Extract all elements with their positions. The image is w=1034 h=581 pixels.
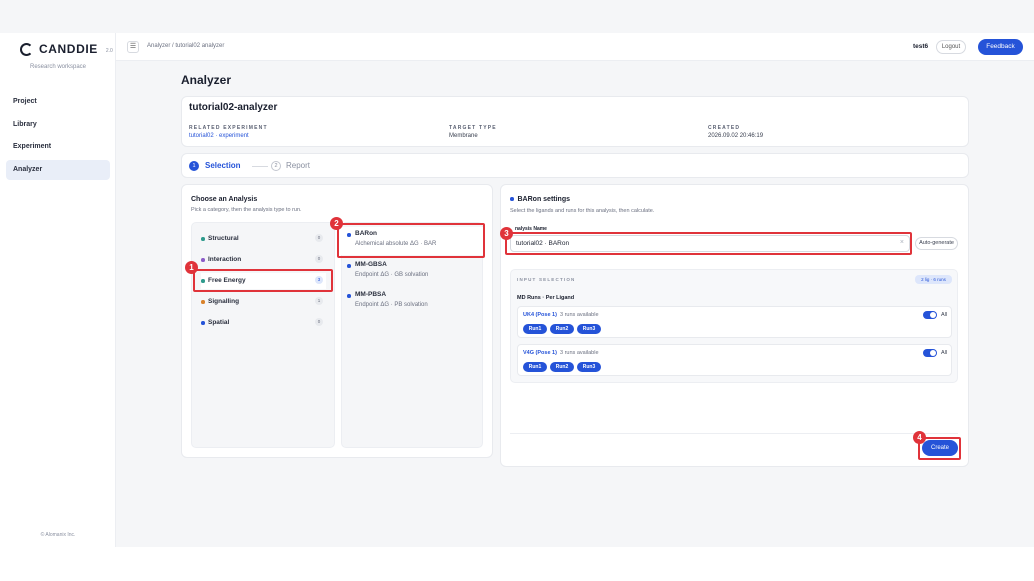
analyzer-info-card: tutorial02-analyzer RELATED EXPERIMENT t… <box>181 96 969 147</box>
analyzer-name: tutorial02-analyzer <box>189 102 278 113</box>
created-value: 2026.09.02 20:46:19 <box>708 133 764 139</box>
breadcrumb: Analyzer / tutorial02 analyzer <box>147 43 225 49</box>
sidebar-nav: Project Library Experiment Analyzer <box>6 92 110 182</box>
app-window: CANDDIE 2.0 Research workspace Project L… <box>0 0 1034 547</box>
category-dot <box>201 300 205 304</box>
category-count: 0 <box>315 255 323 263</box>
settings-subtitle: Select the ligands and runs for this ana… <box>510 208 655 214</box>
topbar: ☰ Analyzer / tutorial02 analyzer test6 L… <box>116 33 1034 61</box>
category-label: Spatial <box>208 319 230 326</box>
input-selection-label: INPUT SELECTION <box>517 277 576 282</box>
copyright: © Alomanix Inc. <box>40 532 76 538</box>
ligand-name: V4G (Pose 1) <box>523 350 557 356</box>
category-label: Structural <box>208 235 239 242</box>
related-experiment-label: RELATED EXPERIMENT <box>189 125 268 131</box>
tab-selection[interactable]: Selection <box>205 161 241 170</box>
category-interaction[interactable]: Interaction 0 <box>201 252 326 268</box>
type-dot <box>347 294 351 298</box>
stepper: 1 Selection 2 Report <box>181 153 969 178</box>
run-chip-run1[interactable]: Run1 <box>523 324 547 334</box>
type-dot <box>347 264 351 268</box>
type-name: MM-PBSA <box>355 291 387 298</box>
sidebar-item-project[interactable]: Project <box>6 92 110 112</box>
sidebar-item-analyzer[interactable]: Analyzer <box>6 159 110 180</box>
annotation-badge-3: 3 <box>500 227 513 240</box>
run-chip-run1[interactable]: Run1 <box>523 362 547 372</box>
highlight-analysis-name <box>505 232 912 255</box>
username: test6 <box>913 43 929 50</box>
ligand-availability: 3 runs available <box>560 350 599 356</box>
category-count: 1 <box>315 297 323 305</box>
category-dot <box>201 258 205 262</box>
category-label: Interaction <box>208 256 242 263</box>
ligand-card-v4g: V4G (Pose 1) 3 runs available All Run1 R… <box>517 344 952 376</box>
md-runs-label: MD Runs · Per Ligand <box>517 295 575 301</box>
logo-icon <box>20 42 33 56</box>
category-signalling[interactable]: Signalling 1 <box>201 294 326 310</box>
run-chip-run2[interactable]: Run2 <box>550 362 574 372</box>
target-type-label: TARGET TYPE <box>449 125 497 131</box>
step-connector <box>252 166 268 167</box>
category-dot <box>201 321 205 325</box>
run-chip-run3[interactable]: Run3 <box>577 324 601 334</box>
auto-generate-button[interactable]: Auto-generate <box>915 237 958 250</box>
tab-report[interactable]: Report <box>286 161 310 170</box>
step-2-number: 2 <box>271 161 281 171</box>
related-experiment-link[interactable]: tutorial02 · experiment <box>189 133 249 139</box>
annotation-badge-1: 1 <box>185 261 198 274</box>
category-count: 0 <box>315 318 323 326</box>
workspace-label: Research workspace <box>29 64 87 70</box>
step-1-number: 1 <box>189 161 199 171</box>
ligand-card-uk4: UK4 (Pose 1) 3 runs available All Run1 R… <box>517 306 952 338</box>
feedback-button[interactable]: Feedback <box>978 39 1023 55</box>
run-chip-run2[interactable]: Run2 <box>550 324 574 334</box>
type-description: Endpoint ΔG · PB solvation <box>355 302 428 308</box>
select-all-label: All <box>941 312 948 318</box>
ligand-name: UK4 (Pose 1) <box>523 312 557 318</box>
annotation-badge-2: 2 <box>330 217 343 230</box>
settings-dot <box>510 197 514 201</box>
annotation-badge-4: 4 <box>913 431 926 444</box>
category-spatial[interactable]: Spatial 0 <box>201 315 326 331</box>
ligand-availability: 3 runs available <box>560 312 599 318</box>
menu-icon[interactable]: ☰ <box>127 41 139 53</box>
analysis-type-mm-pbsa[interactable]: MM-PBSA Endpoint ΔG · PB solvation <box>341 288 483 316</box>
settings-title: BARon settings <box>510 196 570 203</box>
choose-analysis-title: Choose an Analysis <box>191 196 258 203</box>
highlight-free-energy <box>193 269 333 292</box>
settings-title-text: BARon settings <box>517 196 571 203</box>
choose-analysis-subtitle: Pick a category, then the analysis type … <box>191 207 302 213</box>
logo-text: CANDDIE <box>39 42 98 56</box>
page-title: Analyzer <box>181 73 232 87</box>
logo: CANDDIE 2.0 <box>20 42 113 56</box>
category-dot <box>201 237 205 241</box>
sidebar-item-experiment[interactable]: Experiment <box>6 137 110 157</box>
logo-version: 2.0 <box>105 48 113 54</box>
run-chip-run3[interactable]: Run3 <box>577 362 601 372</box>
created-label: CREATED <box>708 125 741 131</box>
type-name: MM-GBSA <box>355 261 387 268</box>
footer-divider <box>510 433 958 434</box>
target-type-value: Membrane <box>449 133 478 139</box>
category-structural[interactable]: Structural 0 <box>201 231 326 247</box>
selection-count-badge: 2 lig · 6 runs <box>915 275 952 284</box>
logout-button[interactable]: Logout <box>936 40 966 54</box>
analysis-type-mm-gbsa[interactable]: MM-GBSA Endpoint ΔG · GB solvation <box>341 258 483 286</box>
select-all-toggle[interactable] <box>923 311 937 319</box>
category-label: Signalling <box>208 298 240 305</box>
highlight-baron <box>337 223 485 258</box>
sidebar-item-library[interactable]: Library <box>6 115 110 135</box>
category-count: 0 <box>315 234 323 242</box>
select-all-toggle[interactable] <box>923 349 937 357</box>
type-description: Endpoint ΔG · GB solvation <box>355 272 429 278</box>
select-all-label: All <box>941 350 948 356</box>
